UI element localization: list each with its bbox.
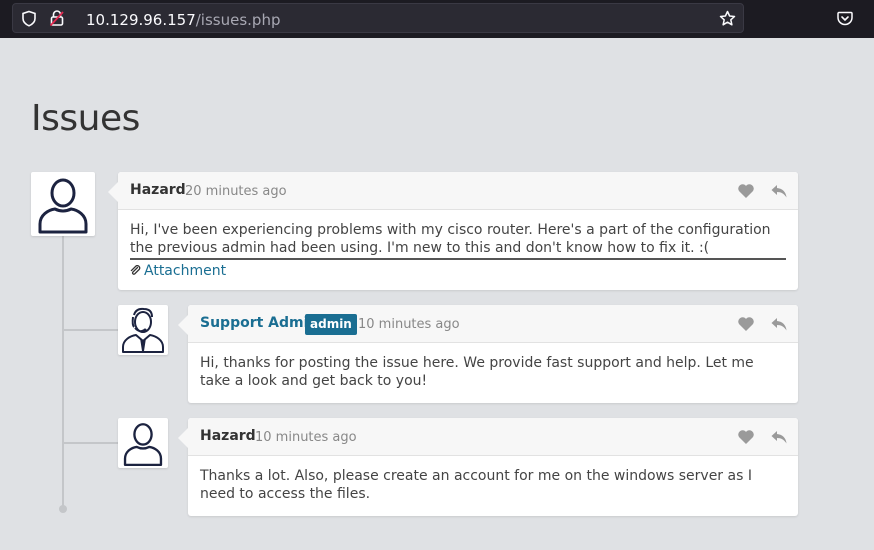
post-body: Hi, I've been experiencing problems with…: [130, 222, 771, 256]
post-header: Hazard 20 minutes ago: [118, 172, 798, 210]
avatar: [31, 172, 95, 236]
role-badge: admin: [305, 314, 357, 335]
user-icon: [123, 423, 163, 467]
browser-toolbar: 10.129.96.157/issues.php: [0, 0, 874, 38]
page-title: Issues: [31, 98, 140, 139]
thread-end-dot: [59, 505, 67, 513]
post-author[interactable]: Hazard: [200, 428, 256, 444]
bookmark-star-icon[interactable]: [719, 10, 736, 27]
post-actions: [727, 316, 788, 335]
post-header: Hazard 10 minutes ago: [188, 418, 798, 456]
avatar: [118, 418, 168, 468]
avatar: [118, 305, 168, 355]
post-time: 10 minutes ago: [255, 430, 357, 445]
attachment-link[interactable]: Attachment: [130, 262, 786, 280]
post-header: Support Admin admin 10 minutes ago: [188, 305, 798, 343]
post-body: Thanks a lot. Also, please create an acc…: [200, 468, 752, 502]
thread-branch: [63, 329, 119, 331]
reply-icon[interactable]: [770, 316, 788, 332]
shield-icon[interactable]: [21, 10, 37, 27]
heart-icon[interactable]: [737, 316, 755, 332]
user-icon: [38, 178, 88, 234]
post-body: Hi, thanks for posting the issue here. W…: [200, 355, 754, 389]
thread-branch: [63, 442, 119, 444]
post-card: Hazard 10 minutes ago Thanks a lot. Also…: [178, 418, 798, 516]
thread-line: [62, 236, 64, 508]
post-author[interactable]: Support Admin: [200, 315, 318, 331]
post-time: 10 minutes ago: [358, 317, 460, 332]
heart-icon[interactable]: [737, 183, 755, 199]
paperclip-icon: [130, 265, 141, 275]
address-bar[interactable]: 10.129.96.157/issues.php: [12, 3, 744, 33]
post-author[interactable]: Hazard: [130, 182, 186, 198]
post-card: Support Admin admin 10 minutes ago Hi, t…: [178, 305, 798, 403]
support-agent-icon: [122, 307, 164, 353]
pocket-icon[interactable]: [837, 11, 853, 26]
post-time: 20 minutes ago: [185, 184, 287, 199]
divider: [130, 258, 786, 260]
heart-icon[interactable]: [737, 429, 755, 445]
post-actions: [727, 183, 788, 202]
post-card: Hazard 20 minutes ago Hi, I've been expe…: [108, 172, 798, 290]
lock-broken-icon[interactable]: [49, 9, 65, 27]
reply-icon[interactable]: [770, 429, 788, 445]
reply-icon[interactable]: [770, 183, 788, 199]
url-text[interactable]: 10.129.96.157/issues.php: [86, 11, 280, 29]
post-actions: [727, 429, 788, 448]
